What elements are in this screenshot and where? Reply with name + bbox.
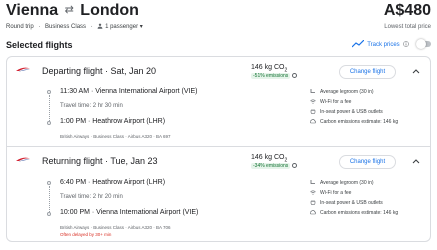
- flight-title: Returning flight · Tue, Jan 23: [42, 156, 158, 166]
- departure-stop: 11:30 AM · Vienna International Airport …: [60, 88, 198, 95]
- emissions-icon: [310, 210, 316, 215]
- track-prices-label[interactable]: Track prices: [367, 42, 399, 48]
- trip-options: Round trip · Business Class · 1 passenge…: [6, 23, 143, 30]
- flight-card-departing: Departing flight · Sat, Jan 20 146 kg CO…: [6, 56, 431, 147]
- timeline: [46, 181, 52, 217]
- amenity-emissions: Carbon emissions estimate: 146 kg: [310, 210, 398, 216]
- origin-city: Vienna: [6, 2, 59, 19]
- amenity-legroom: Average legroom (30 in): [310, 89, 374, 95]
- airline-logo: [16, 67, 30, 72]
- destination-city: London: [80, 2, 139, 19]
- arrival-stop: 10:00 PM · Vienna International Airport …: [60, 209, 199, 216]
- departure-stop: 6:40 PM · Heathrow Airport (LHR): [60, 179, 166, 186]
- amenity-wifi: Wi-Fi for a fee: [310, 190, 351, 196]
- info-icon: [403, 41, 410, 47]
- timeline-line: [49, 95, 50, 121]
- separator: ·: [90, 24, 93, 30]
- amenity-label: Average legroom (30 in): [320, 180, 374, 186]
- trip-type[interactable]: Round trip: [6, 24, 34, 30]
- departure-dot: [47, 181, 51, 185]
- change-flight-button[interactable]: Change flight: [339, 65, 396, 79]
- emissions-pill: -34% emissions: [251, 163, 291, 169]
- flight-details: British Airways · Business Class · Airbu…: [60, 225, 171, 230]
- amenity-label: Wi-Fi for a fee: [320, 99, 352, 105]
- amenity-power: In-seat power & USB outlets: [310, 109, 383, 115]
- section-title: Selected flights: [6, 40, 73, 50]
- change-flight-button[interactable]: Change flight: [339, 155, 396, 169]
- arrival-dot: [47, 212, 51, 216]
- amenity-power: In-seat power & USB outlets: [310, 200, 383, 206]
- amenity-label: In-seat power & USB outlets: [320, 109, 383, 115]
- co2-value: 146 kg CO: [251, 154, 285, 161]
- flight-card-returning: Returning flight · Tue, Jan 23 146 kg CO…: [6, 146, 431, 242]
- track-prices-toggle[interactable]: [416, 39, 431, 49]
- separator: ·: [38, 24, 41, 30]
- timeline-line: [49, 186, 50, 212]
- arrival-dot: [47, 121, 51, 125]
- total-price: A$480: [383, 2, 431, 19]
- power-icon: [310, 109, 316, 114]
- swap-icon[interactable]: ⇄: [65, 4, 74, 16]
- header: Vienna ⇄ London A$480 Round trip · Busin…: [6, 2, 431, 42]
- co2-estimate: 146 kg CO2: [251, 154, 287, 163]
- departure-dot: [47, 90, 51, 94]
- wifi-icon: [310, 190, 316, 195]
- emissions-badge: -34% emissions: [251, 163, 298, 169]
- chevron-down-icon[interactable]: ▾: [140, 24, 143, 30]
- amenity-label: In-seat power & USB outlets: [320, 200, 383, 206]
- co2-estimate: 146 kg CO2: [251, 64, 287, 73]
- route-title: Vienna ⇄ London: [6, 2, 139, 20]
- info-icon[interactable]: [292, 163, 298, 168]
- airline-logo: [16, 157, 30, 162]
- amenity-legroom: Average legroom (30 in): [310, 180, 374, 186]
- amenity-emissions: Carbon emissions estimate: 146 kg: [310, 119, 398, 125]
- co2-value: 146 kg CO: [251, 64, 285, 71]
- wifi-icon: [310, 99, 316, 104]
- amenity-label: Wi-Fi for a fee: [320, 190, 352, 196]
- legroom-icon: [310, 180, 315, 184]
- person-icon: [97, 23, 103, 29]
- price-note: Lowest total price: [384, 24, 431, 30]
- emissions-pill: -51% emissions: [251, 73, 291, 79]
- chevron-up-icon[interactable]: [412, 68, 420, 74]
- amenity-label: Carbon emissions estimate: 146 kg: [320, 210, 399, 216]
- amenity-label: Average legroom (30 in): [320, 89, 374, 95]
- travel-time: Travel time: 2 hr 20 min: [60, 194, 123, 200]
- flight-title: Departing flight · Sat, Jan 20: [42, 66, 157, 76]
- cabin-class[interactable]: Business Class: [45, 24, 86, 30]
- chevron-up-icon[interactable]: [412, 158, 420, 164]
- flight-details: British Airways · Business Class · Airbu…: [60, 134, 171, 139]
- info-icon[interactable]: [292, 73, 298, 78]
- legroom-icon: [310, 89, 315, 93]
- track-prices[interactable]: Track prices: [351, 39, 431, 49]
- emissions-badge: -51% emissions: [251, 73, 298, 79]
- passengers[interactable]: 1 passenger: [105, 24, 138, 30]
- trend-icon: [351, 40, 364, 48]
- arrival-stop: 1:00 PM · Heathrow Airport (LHR): [60, 118, 166, 125]
- delay-warning: Often delayed by 30+ min: [60, 232, 112, 237]
- travel-time: Travel time: 2 hr 30 min: [60, 103, 123, 109]
- power-icon: [310, 200, 316, 205]
- amenity-wifi: Wi-Fi for a fee: [310, 99, 351, 105]
- amenity-label: Carbon emissions estimate: 146 kg: [320, 119, 399, 125]
- timeline: [46, 90, 52, 126]
- emissions-icon: [310, 119, 316, 124]
